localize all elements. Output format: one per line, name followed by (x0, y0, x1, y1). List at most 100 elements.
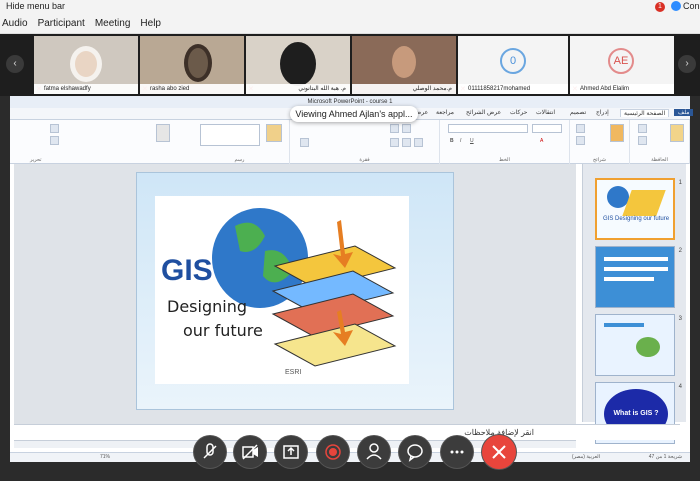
group-label: الخط (499, 157, 510, 163)
participant-tile[interactable]: ✕ م.محمد الوصلي (352, 36, 456, 94)
menu-bar: Audio Participant Meeting Help (0, 14, 700, 34)
group-clipboard: الحافظة (630, 120, 690, 164)
meeting-bottom-bar (0, 462, 700, 479)
participant-tile[interactable]: ✕ م. هبة الله البتانوني (246, 36, 350, 94)
group-label: الحافظة (651, 157, 668, 163)
menu-participant[interactable]: Participant (38, 18, 85, 29)
thumb-text-line (604, 257, 668, 261)
reset-icon[interactable] (576, 136, 585, 145)
thumb-text: GIS Designing our future (603, 216, 670, 222)
tab-design[interactable]: تصميم (570, 109, 586, 116)
slide-thumb-1[interactable]: GIS Designing our future (595, 178, 675, 240)
status-zoom[interactable]: 71% (100, 454, 110, 460)
group-editing: تحرير (10, 120, 190, 164)
slide-thumb-3[interactable] (595, 314, 675, 376)
quick-styles-icon[interactable] (156, 124, 170, 142)
participant-name: م.محمد الوصلي (352, 84, 456, 94)
tab-transitions[interactable]: انتقالات (536, 109, 555, 116)
numbering-icon[interactable] (402, 124, 411, 133)
thumb-number: 1 (678, 180, 682, 186)
align-right-icon[interactable] (390, 138, 399, 147)
participant-name: Ahmed Abd Elalim (570, 84, 674, 94)
align-center-icon[interactable] (402, 138, 411, 147)
participant-avatar: 0 (500, 48, 526, 74)
new-slide-icon[interactable] (610, 124, 624, 142)
font-name-select[interactable] (448, 124, 528, 133)
bullets-icon[interactable] (390, 124, 399, 133)
slide-thumb-2[interactable] (595, 246, 675, 308)
gis-logo: GIS (161, 254, 213, 287)
chat-icon[interactable] (399, 436, 431, 468)
participant-avatar: AE (608, 48, 634, 74)
participant-tile[interactable]: ✕ fatma elshawadfy (34, 36, 138, 94)
end-call-icon[interactable] (482, 435, 516, 469)
record-icon[interactable] (317, 436, 349, 468)
copy-icon[interactable] (638, 136, 647, 145)
participant-face (70, 46, 102, 82)
gis-slide-graphic: GIS Designing our future ESRI (155, 196, 409, 384)
participant-tile[interactable]: ✕ rasha abo zied (140, 36, 244, 94)
record-indicator: 1 (655, 2, 665, 12)
tab-file[interactable]: ملف (674, 109, 694, 116)
connection-label: Con (683, 1, 700, 11)
top-bar: Hide menu bar 1 Con (0, 0, 700, 14)
participant-name: 01111858217mohamed (458, 84, 568, 94)
group-font: B I U A الخط (440, 120, 570, 164)
prev-page-button[interactable]: ‹ (6, 55, 24, 73)
participants-icon[interactable] (358, 436, 390, 468)
mic-off-icon[interactable] (194, 436, 226, 468)
participant-face (280, 42, 316, 86)
find-icon[interactable] (50, 124, 59, 133)
thumb-text-line (604, 323, 644, 327)
tab-animations[interactable]: حركات (510, 109, 527, 116)
participant-face (184, 44, 212, 82)
status-bar: شريحة 1 من 47 العربية (مصر) 71% (10, 452, 690, 462)
replace-icon[interactable] (50, 136, 59, 145)
thumb-picture (636, 337, 660, 357)
group-label: رسم (234, 157, 245, 163)
participant-face (392, 46, 416, 78)
thumb-text-line (604, 267, 668, 271)
participant-name: rasha abo zied (140, 84, 244, 94)
layout-icon[interactable] (576, 124, 585, 133)
thumb-text-line (604, 277, 654, 281)
esri-label: ESRI (285, 369, 301, 376)
text-direction-icon[interactable] (300, 138, 309, 147)
next-page-button[interactable]: › (678, 55, 696, 73)
bold-icon[interactable]: B (450, 138, 454, 144)
group-paragraph: فقرة (290, 120, 440, 164)
video-off-icon[interactable] (234, 436, 266, 468)
participant-name: fatma elshawadfy (34, 84, 138, 94)
thumb-number: 2 (678, 248, 682, 254)
thumb-number: 3 (678, 316, 682, 322)
slide-line-1: Designing (167, 297, 247, 316)
viewing-toast: Viewing Ahmed Ajlan's appl... (290, 106, 418, 122)
tab-review[interactable]: مراجعة (436, 109, 454, 116)
font-color-icon[interactable]: A (540, 138, 543, 144)
tab-insert[interactable]: إدراج (596, 109, 609, 116)
group-label: شرائح (593, 157, 606, 163)
group-drawing: رسم (190, 120, 290, 164)
shapes-gallery[interactable] (200, 124, 260, 146)
more-icon[interactable] (441, 436, 473, 468)
italic-icon[interactable]: I (460, 138, 461, 144)
menu-help[interactable]: Help (140, 18, 161, 29)
hide-menu-button[interactable]: Hide menu bar (6, 1, 65, 11)
participant-tile[interactable]: AE ✕ Ahmed Abd Elalim (570, 36, 674, 94)
menu-audio[interactable]: Audio (2, 18, 28, 29)
tab-slideshow[interactable]: عرض الشرائح (466, 109, 501, 116)
paste-icon[interactable] (670, 124, 684, 142)
cut-icon[interactable] (638, 124, 647, 133)
font-size-select[interactable] (532, 124, 562, 133)
tab-home[interactable]: الصفحة الرئيسية (620, 109, 670, 117)
menu-meeting[interactable]: Meeting (95, 18, 131, 29)
status-language: العربية (مصر) (571, 454, 600, 460)
participant-tile[interactable]: 0 ✕ 01111858217mohamed (458, 36, 568, 94)
align-left-icon[interactable] (414, 138, 423, 147)
arrange-icon[interactable] (266, 124, 282, 142)
slide-thumbnails: 1 GIS Designing our future 2 3 4 What is… (582, 164, 686, 444)
share-icon[interactable] (275, 436, 307, 468)
underline-icon[interactable]: U (470, 138, 474, 144)
thumb-number: 4 (678, 384, 682, 390)
map-layer-base (273, 323, 397, 367)
